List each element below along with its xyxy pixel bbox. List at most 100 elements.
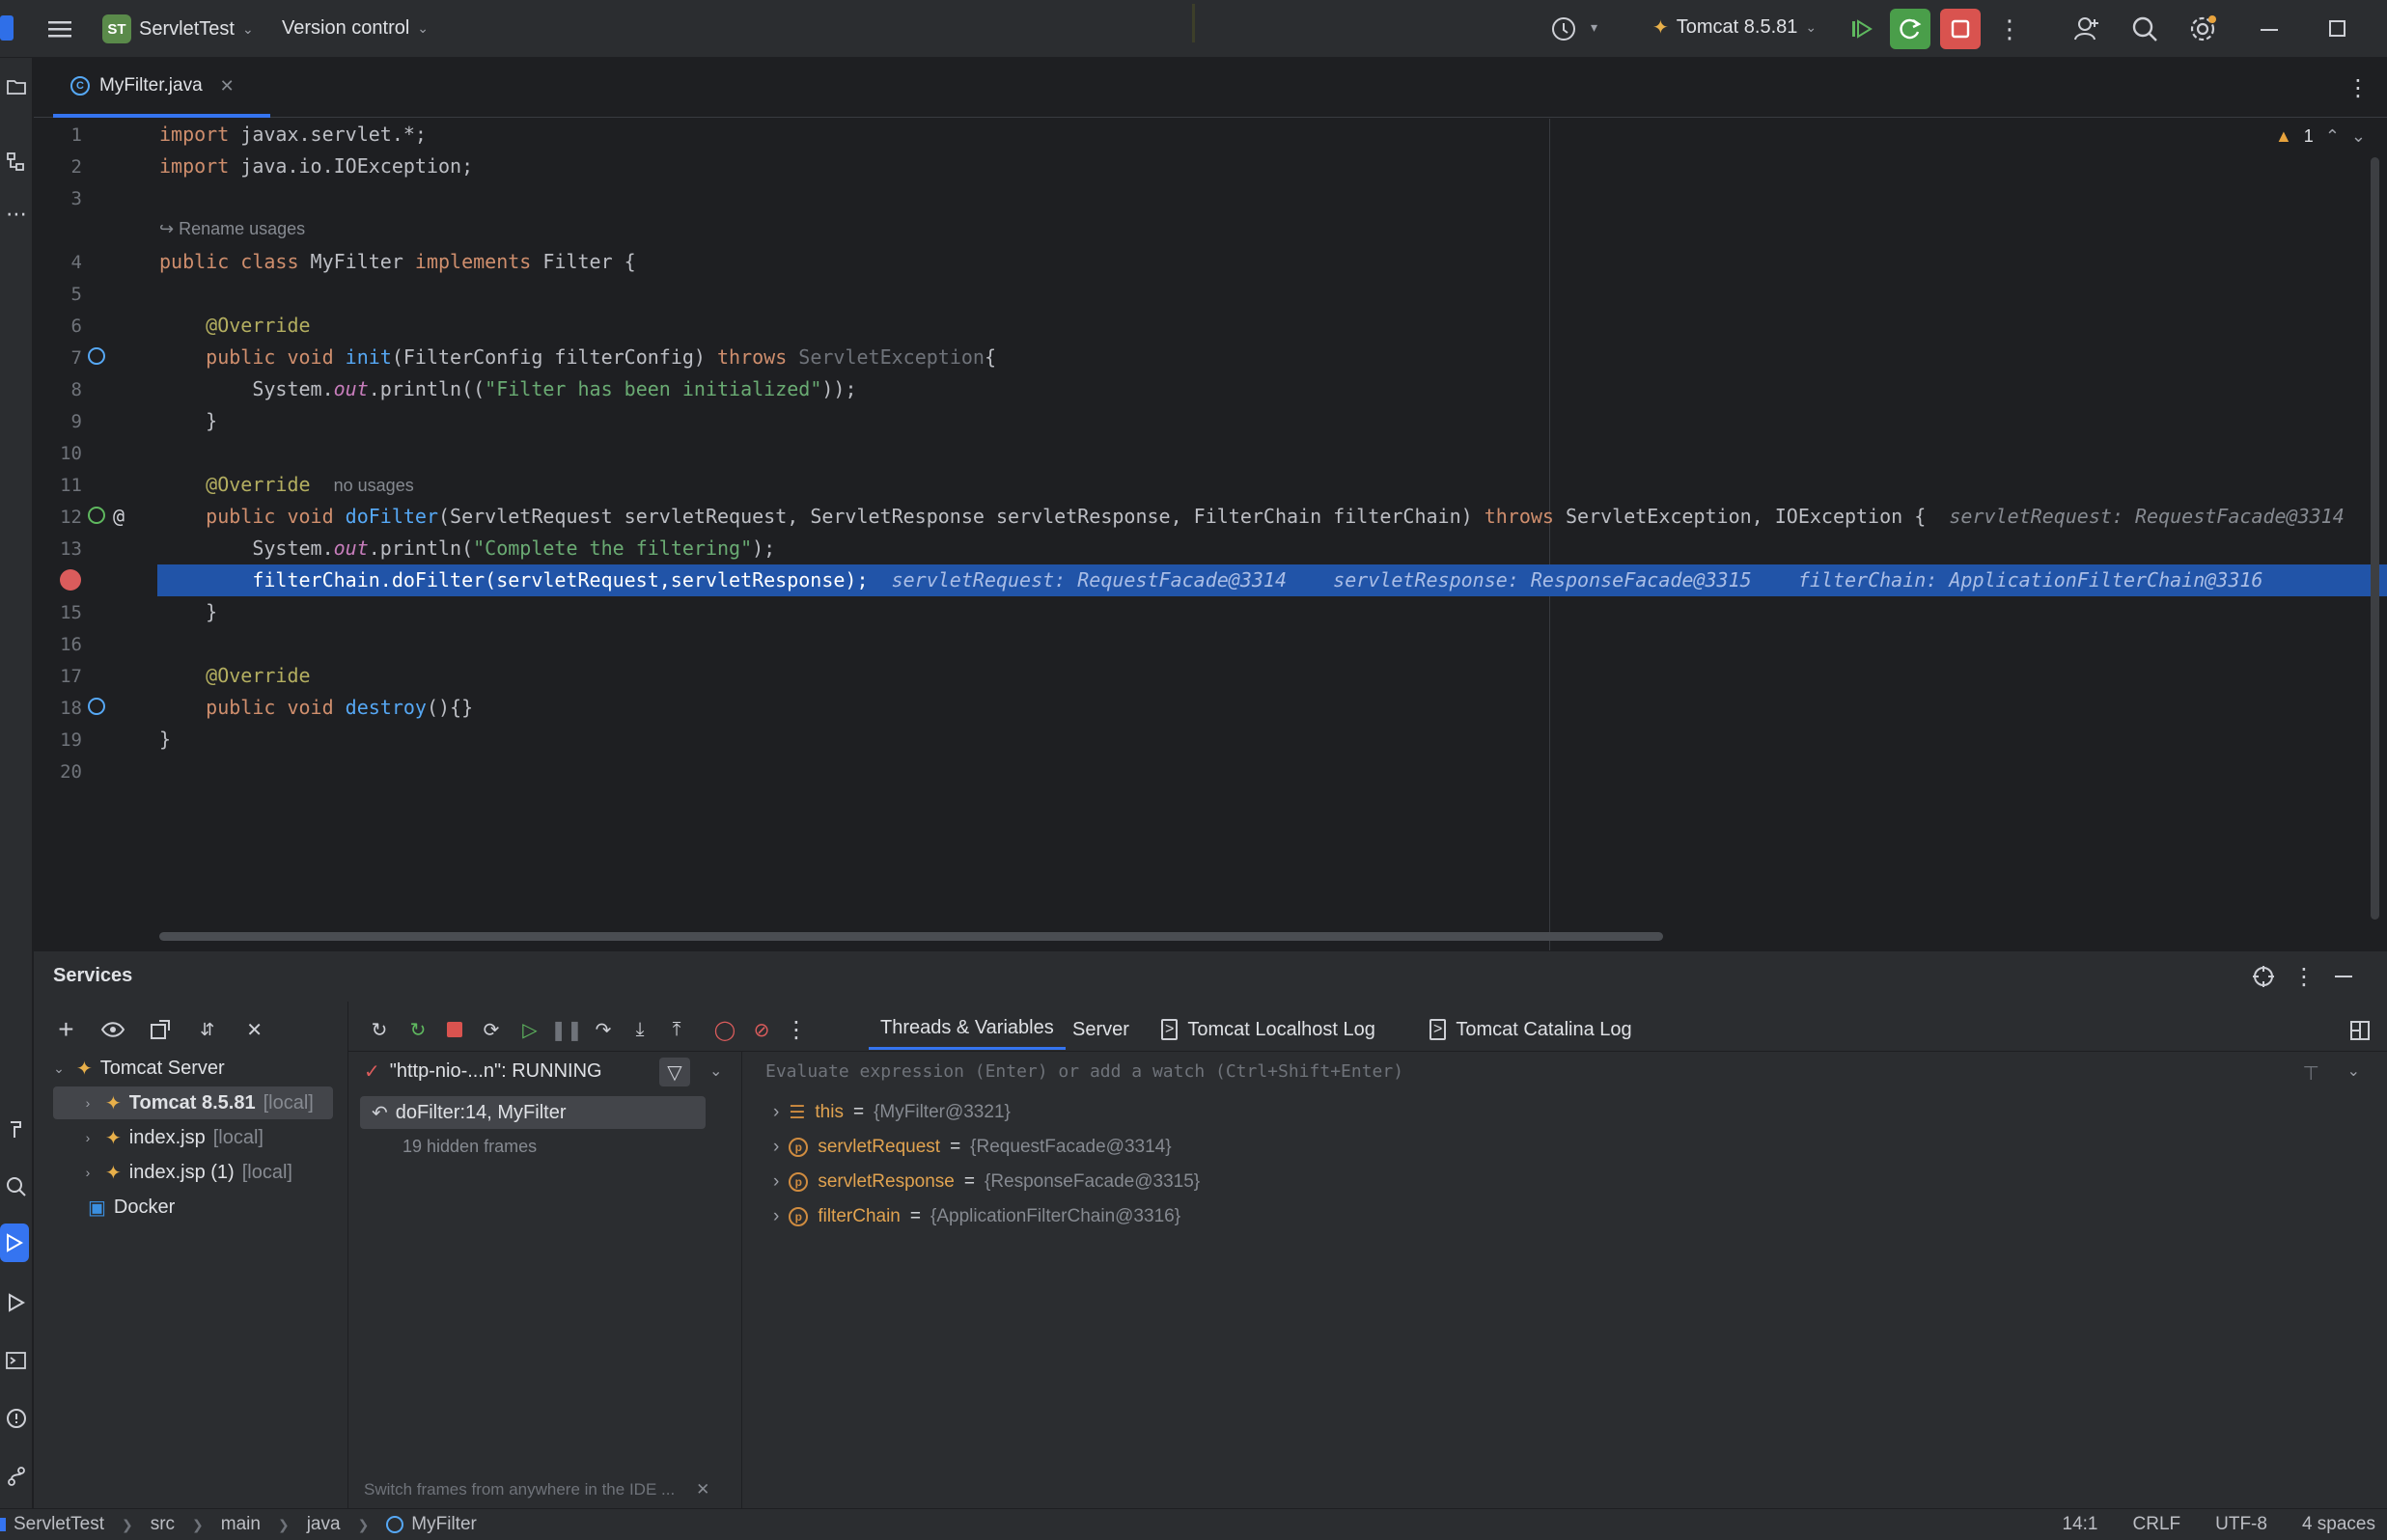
pause-icon[interactable]: ❚❚	[550, 1014, 583, 1045]
tab-server[interactable]: Server	[1072, 1009, 1129, 1050]
chevron-right-icon[interactable]: ›	[78, 1165, 97, 1180]
structure-icon[interactable]	[0, 143, 33, 181]
chevron-down-icon[interactable]: ⌄	[709, 1061, 722, 1081]
variable-row-this[interactable]: › ☰ this = {MyFilter@3321}	[773, 1096, 1011, 1129]
search-icon[interactable]	[2127, 12, 2162, 46]
implements-method-icon[interactable]	[88, 507, 105, 524]
tree-item-tomcat-8581[interactable]: › ✦ Tomcat 8.5.81 [local]	[53, 1086, 333, 1119]
run-tool-icon[interactable]	[0, 1283, 33, 1322]
minimize-window-icon[interactable]	[2253, 12, 2288, 46]
chevron-down-icon[interactable]: ⌄	[2351, 126, 2366, 147]
breadcrumb-item[interactable]: src	[151, 1514, 175, 1535]
main-menu-icon[interactable]	[42, 12, 77, 46]
tab-threads-variables[interactable]: Threads & Variables	[869, 1009, 1066, 1050]
evaluate-expression-input[interactable]: Evaluate expression (Enter) or add a wat…	[765, 1061, 1403, 1082]
expand-all-icon[interactable]: ⇵	[190, 1012, 224, 1047]
find-tool-icon[interactable]	[0, 1168, 33, 1206]
chevron-right-icon[interactable]: ›	[78, 1130, 97, 1145]
profiler-icon[interactable]	[1546, 12, 1581, 46]
maximize-window-icon[interactable]	[2320, 12, 2355, 46]
rename-usages-hint[interactable]: ↪ Rename usages	[159, 219, 305, 239]
breadcrumb-item[interactable]: main	[221, 1514, 261, 1535]
settings-gear-icon[interactable]	[2185, 12, 2220, 46]
run-config-selector[interactable]: ✦ Tomcat 8.5.81 ⌄	[1652, 15, 1817, 40]
filter-icon[interactable]: ▽	[659, 1058, 690, 1086]
stop-icon[interactable]	[439, 1014, 470, 1045]
line-separator[interactable]: CRLF	[2133, 1514, 2181, 1535]
hide-panel-icon[interactable]	[2327, 959, 2362, 994]
view-breakpoints-icon[interactable]: ◯	[709, 1014, 740, 1045]
crosshair-icon[interactable]	[2246, 959, 2281, 994]
tab-tomcat-localhost-log[interactable]: > Tomcat Localhost Log	[1161, 1009, 1375, 1050]
file-encoding[interactable]: UTF-8	[2215, 1514, 2267, 1535]
caret-position[interactable]: 14:1	[2063, 1514, 2098, 1535]
code-editor[interactable]: 1 2 3 4 5 6 7 8 9 10 11 12 13 14 15 16 1…	[34, 119, 2387, 950]
problems-tool-icon[interactable]	[0, 1399, 33, 1438]
project-selector[interactable]: ST ServletTest ⌄	[102, 14, 254, 43]
vertical-scrollbar[interactable]	[2371, 157, 2379, 920]
chevron-right-icon[interactable]: ›	[78, 1095, 97, 1111]
tab-tomcat-catalina-log[interactable]: > Tomcat Catalina Log	[1429, 1009, 1632, 1050]
tab-myfilter-java[interactable]: C MyFilter.java ✕	[53, 58, 270, 118]
rerun-green-icon[interactable]: ↻	[402, 1014, 433, 1045]
tree-item-tomcat-server[interactable]: ⌄ ✦ Tomcat Server	[49, 1052, 225, 1085]
chevron-right-icon[interactable]: ›	[773, 1102, 779, 1123]
chevron-right-icon[interactable]: ›	[773, 1137, 779, 1158]
variable-row-filterchain[interactable]: › p filterChain = {ApplicationFilterChai…	[773, 1200, 1180, 1233]
horizontal-scrollbar[interactable]	[159, 932, 1663, 941]
inspection-widget[interactable]: ▲ 1 ⌃ ⌄	[2275, 126, 2366, 147]
stop-button[interactable]	[1940, 9, 1981, 49]
git-tool-icon[interactable]	[0, 1457, 33, 1496]
open-new-tab-icon[interactable]	[144, 1012, 178, 1047]
override-method-icon[interactable]	[88, 347, 105, 365]
resume-program-button[interactable]	[1842, 9, 1882, 49]
services-tool-icon[interactable]	[0, 1110, 33, 1148]
breakpoint-icon[interactable]	[60, 569, 81, 591]
rerun-icon[interactable]: ↻	[364, 1014, 395, 1045]
resume-icon[interactable]: ▷	[514, 1014, 545, 1045]
tree-item-index-jsp[interactable]: › ✦ index.jsp [local]	[78, 1121, 264, 1154]
chevron-down-icon[interactable]: ⌄	[49, 1060, 69, 1077]
chevron-up-icon[interactable]: ⌃	[2325, 126, 2340, 147]
step-out-icon[interactable]: ⤒	[661, 1014, 692, 1045]
more-debug-actions-icon[interactable]: ⋮	[781, 1014, 812, 1045]
web-endpoint-icon[interactable]: @	[113, 505, 125, 528]
breadcrumb-item[interactable]: MyFilter	[411, 1514, 477, 1535]
chevron-down-icon[interactable]: ⌄	[2347, 1061, 2360, 1081]
thread-selector[interactable]: ✓ "http-nio-...n": RUNNING	[364, 1059, 602, 1084]
debug-tool-icon[interactable]	[0, 1224, 29, 1262]
add-service-icon[interactable]: +	[49, 1012, 83, 1047]
more-tools-icon[interactable]: ⋯	[0, 195, 33, 234]
add-user-icon[interactable]	[2069, 12, 2104, 46]
eye-icon[interactable]	[97, 1012, 130, 1047]
step-into-icon[interactable]: ⤓	[625, 1014, 655, 1045]
breadcrumb-item[interactable]: java	[307, 1514, 341, 1535]
chevron-down-icon[interactable]: ▾	[1591, 19, 1597, 36]
rerun-button[interactable]	[1890, 9, 1930, 49]
vcs-selector[interactable]: Version control ⌄	[282, 17, 429, 40]
terminal-tool-icon[interactable]	[0, 1341, 33, 1380]
panel-options-icon[interactable]: ⋮	[2287, 959, 2321, 994]
indent-setting[interactable]: 4 spaces	[2302, 1514, 2375, 1535]
override-method-icon[interactable]	[88, 698, 105, 715]
hidden-frames[interactable]: 19 hidden frames	[402, 1137, 537, 1157]
frame-item-current[interactable]: ↶ doFilter:14, MyFilter	[360, 1096, 706, 1129]
more-actions-icon[interactable]: ⋮	[1992, 12, 2027, 46]
close-tab-icon[interactable]: ✕	[220, 76, 235, 96]
chevron-right-icon[interactable]: ›	[773, 1171, 779, 1193]
restart-icon[interactable]: ⟳	[476, 1014, 507, 1045]
collapse-all-icon[interactable]: ✕	[237, 1012, 271, 1047]
breadcrumb-item[interactable]: ServletTest	[14, 1514, 104, 1535]
tree-item-docker[interactable]: ▣ Docker	[88, 1191, 175, 1224]
close-tip-icon[interactable]: ✕	[696, 1480, 709, 1499]
add-watch-icon[interactable]: ⊤	[2303, 1061, 2319, 1086]
mute-breakpoints-icon[interactable]: ⊘	[746, 1014, 777, 1045]
layout-settings-icon[interactable]	[2343, 1013, 2377, 1048]
project-folder-icon[interactable]	[0, 68, 33, 106]
variable-row-servletrequest[interactable]: › p servletRequest = {RequestFacade@3314…	[773, 1131, 1172, 1164]
variable-row-servletresponse[interactable]: › p servletResponse = {ResponseFacade@33…	[773, 1166, 1200, 1198]
chevron-right-icon[interactable]: ›	[773, 1206, 779, 1227]
tree-item-index-jsp-1[interactable]: › ✦ index.jsp (1) [local]	[78, 1156, 292, 1189]
tab-options-icon[interactable]: ⋮	[2341, 70, 2375, 105]
step-over-icon[interactable]: ↷	[588, 1014, 619, 1045]
